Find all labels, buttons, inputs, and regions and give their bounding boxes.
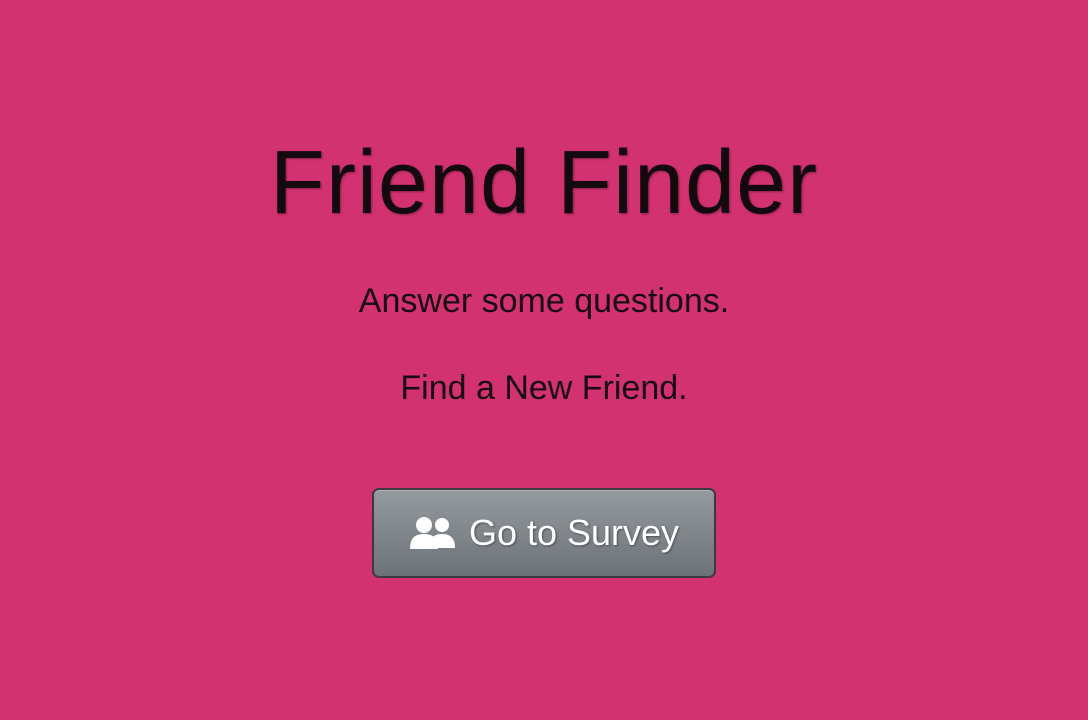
- go-to-survey-button[interactable]: Go to Survey: [372, 488, 716, 578]
- go-to-survey-label: Go to Survey: [468, 512, 680, 553]
- page-title: Friend Finder: [269, 133, 819, 233]
- tagline-answer: Answer some questions.: [358, 282, 730, 320]
- tagline-find: Find a New Friend.: [400, 369, 688, 407]
- hero: Friend Finder Answer some questions. Fin…: [0, 0, 1088, 720]
- users-icon: [409, 516, 457, 550]
